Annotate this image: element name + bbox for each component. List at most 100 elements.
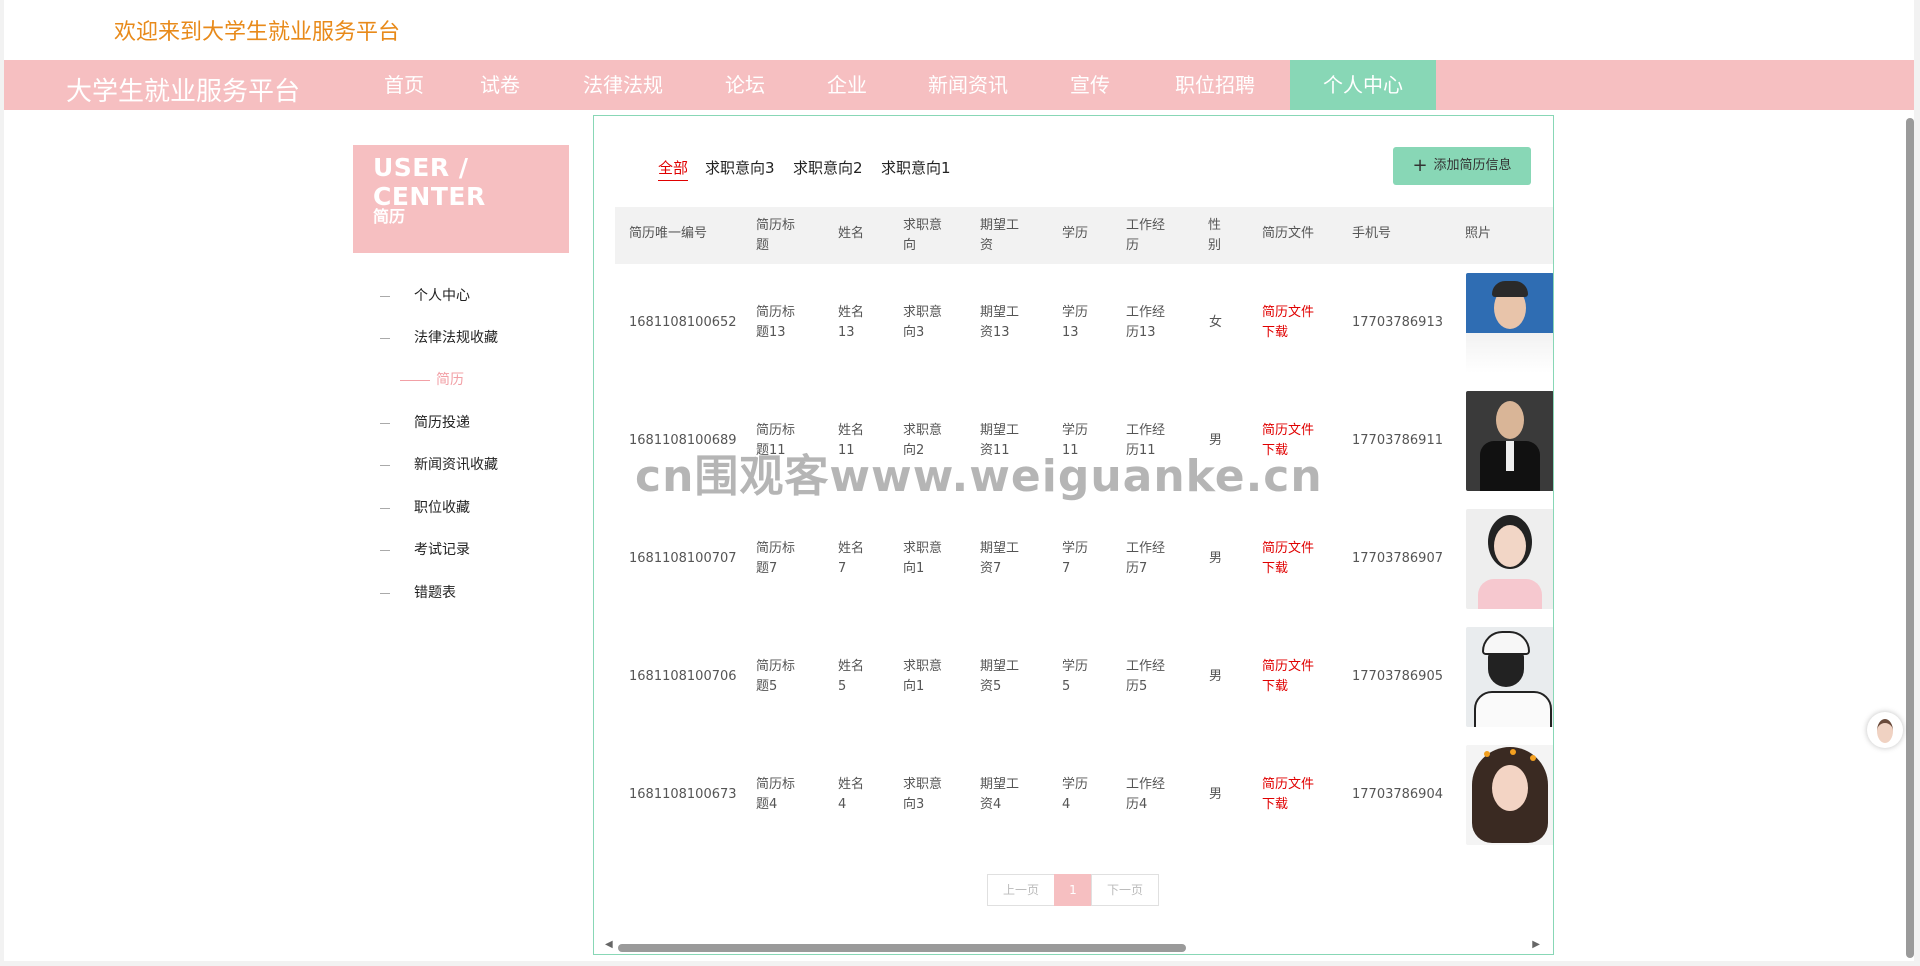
dash-icon — [380, 592, 390, 594]
nav-news[interactable]: 新闻资讯 — [912, 60, 1024, 110]
cell-education: 学历5 — [1062, 659, 1089, 694]
resume-photo — [1466, 391, 1553, 491]
cell-name: 姓名7 — [838, 541, 865, 576]
dash-icon — [380, 507, 390, 509]
nav-company[interactable]: 企业 — [808, 60, 886, 110]
cell-title: 简历标题4 — [756, 777, 796, 812]
avatar-icon — [1877, 719, 1893, 743]
sidebar-item-label: 职位收藏 — [414, 500, 470, 516]
cell-experience: 工作经历4 — [1126, 777, 1166, 812]
scroll-left-icon[interactable]: ◀ — [605, 939, 613, 950]
cell-experience: 工作经历13 — [1126, 305, 1166, 340]
cell-gender: 男 — [1209, 551, 1223, 566]
nav-personal-center[interactable]: 个人中心 — [1290, 60, 1436, 110]
sidebar-item-resume-delivery[interactable]: 简历投递 — [380, 412, 470, 432]
col-education: 学历 — [1062, 226, 1089, 241]
sidebar-item-exam-records[interactable]: 考试记录 — [380, 539, 470, 559]
cell-intent: 求职意向3 — [903, 777, 943, 812]
tab-all[interactable]: 全部 — [658, 157, 689, 181]
resume-photo — [1466, 509, 1553, 609]
cell-id: 1681108100652 — [629, 315, 737, 330]
nav-forum[interactable]: 论坛 — [706, 60, 784, 110]
nav-home[interactable]: 首页 — [364, 60, 444, 110]
sidebar-item-label: 个人中心 — [414, 288, 470, 304]
dash-icon — [380, 549, 390, 551]
sidebar-item-wrong-questions[interactable]: 错题表 — [380, 582, 456, 602]
dash-icon — [380, 337, 390, 339]
col-title: 简历标题 — [756, 218, 796, 253]
resume-file-download-link[interactable]: 简历文件下载 — [1262, 303, 1322, 343]
cell-education: 学历13 — [1062, 305, 1089, 340]
cell-intent: 求职意向3 — [903, 305, 943, 340]
resume-file-download-link[interactable]: 简历文件下载 — [1262, 539, 1322, 579]
cell-intent: 求职意向1 — [903, 659, 943, 694]
col-file: 简历文件 — [1262, 226, 1315, 241]
cell-education: 学历7 — [1062, 541, 1089, 576]
cell-phone: 17703786911 — [1352, 433, 1443, 448]
cell-title: 简历标题7 — [756, 541, 796, 576]
sidebar-subtitle: 简历 — [373, 207, 406, 226]
sidebar-item-job-favorites[interactable]: 职位收藏 — [380, 497, 470, 517]
cell-salary: 期望工资5 — [980, 659, 1020, 694]
add-resume-label: 添加简历信息 — [1433, 158, 1512, 173]
horizontal-scrollbar-thumb[interactable] — [618, 944, 1186, 952]
cell-experience: 工作经历7 — [1126, 541, 1166, 576]
col-phone: 手机号 — [1352, 226, 1392, 241]
sidebar-item-label: 错题表 — [414, 585, 456, 601]
vertical-scrollbar-thumb[interactable] — [1906, 118, 1914, 958]
resume-file-download-link[interactable]: 简历文件下载 — [1262, 775, 1322, 815]
col-intent: 求职意向 — [903, 218, 943, 253]
cell-name: 姓名13 — [838, 305, 865, 340]
sidebar-item-personal-center[interactable]: 个人中心 — [380, 285, 470, 305]
cell-experience: 工作经历5 — [1126, 659, 1166, 694]
cell-phone: 17703786905 — [1352, 669, 1443, 684]
resume-photo — [1466, 745, 1553, 845]
cell-gender: 女 — [1209, 315, 1223, 330]
cell-gender: 男 — [1209, 787, 1223, 802]
cell-title: 简历标题5 — [756, 659, 796, 694]
cell-title: 简历标题13 — [756, 305, 796, 340]
tab-intent-2[interactable]: 求职意向2 — [793, 157, 863, 178]
add-resume-button[interactable]: + 添加简历信息 — [1393, 147, 1531, 185]
cell-education: 学历4 — [1062, 777, 1089, 812]
cell-phone: 17703786913 — [1352, 315, 1443, 330]
next-page-button[interactable]: 下一页 — [1091, 874, 1159, 906]
tab-intent-1[interactable]: 求职意向1 — [881, 157, 951, 178]
sidebar-item-label: 新闻资讯收藏 — [414, 457, 498, 473]
resume-file-download-link[interactable]: 简历文件下载 — [1262, 657, 1322, 697]
dash-icon — [400, 379, 430, 381]
nav-laws[interactable]: 法律法规 — [568, 60, 678, 110]
col-salary: 期望工资 — [980, 218, 1020, 253]
floating-chat-avatar[interactable] — [1867, 712, 1903, 748]
cell-id: 1681108100673 — [629, 787, 737, 802]
watermark: cn围观客www.weiguanke.cn — [635, 451, 1323, 502]
sidebar-item-label: 法律法规收藏 — [414, 330, 498, 346]
cell-id: 1681108100706 — [629, 669, 737, 684]
window-bottom-edge — [0, 961, 1920, 966]
nav-jobs[interactable]: 职位招聘 — [1160, 60, 1270, 110]
resume-photo — [1466, 273, 1553, 373]
table-header: 简历唯一编号 简历标题 姓名 求职意向 期望工资 学历 工作经历 性别 简历文件… — [615, 207, 1553, 264]
cell-salary: 期望工资7 — [980, 541, 1020, 576]
dash-icon — [380, 422, 390, 424]
prev-page-button[interactable]: 上一页 — [987, 874, 1055, 906]
sidebar-item-news-favorites[interactable]: 新闻资讯收藏 — [380, 454, 498, 474]
sidebar-item-law-favorites[interactable]: 法律法规收藏 — [380, 327, 498, 347]
site-brand[interactable]: 大学生就业服务平台 — [66, 71, 300, 108]
scroll-right-icon[interactable]: ▶ — [1532, 939, 1540, 950]
sidebar-item-label: 简历 — [436, 372, 464, 388]
dash-icon — [380, 295, 390, 297]
col-photo: 照片 — [1465, 226, 1492, 241]
col-experience: 工作经历 — [1126, 218, 1166, 253]
sidebar-item-resume[interactable]: 简历 — [400, 369, 464, 389]
cell-intent: 求职意向1 — [903, 541, 943, 576]
page-1-button[interactable]: 1 — [1054, 874, 1092, 906]
window-right-edge — [1914, 0, 1920, 966]
cell-phone: 17703786904 — [1352, 787, 1443, 802]
nav-exam[interactable]: 试卷 — [464, 60, 536, 110]
cell-phone: 17703786907 — [1352, 551, 1443, 566]
tab-intent-3[interactable]: 求职意向3 — [705, 157, 775, 178]
cell-salary: 期望工资4 — [980, 777, 1020, 812]
sidebar-item-label: 考试记录 — [414, 542, 470, 558]
nav-promo[interactable]: 宣传 — [1050, 60, 1130, 110]
